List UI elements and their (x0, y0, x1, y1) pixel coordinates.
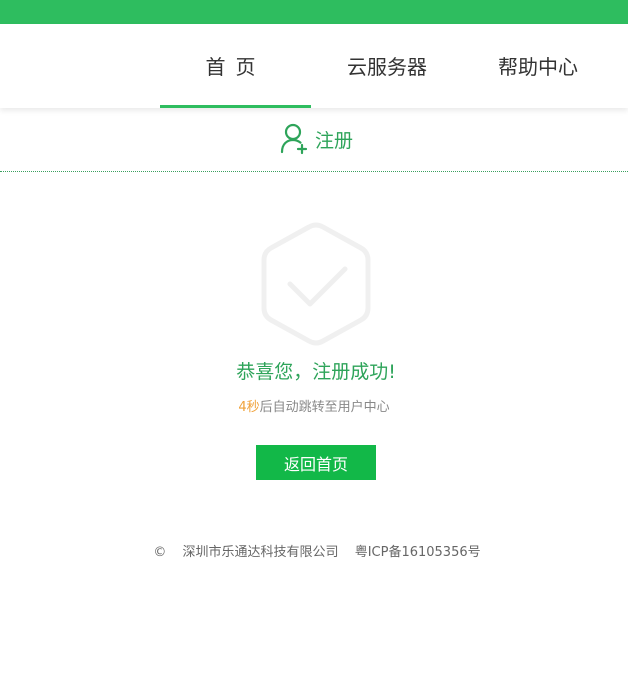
redirect-text: 后自动跳转至用户中心 (259, 400, 390, 415)
main-nav: 首页 云服务器 帮助中心 (0, 24, 628, 108)
countdown-seconds: 4秒 (238, 400, 260, 415)
copyright-symbol: © (153, 545, 167, 560)
icp-number[interactable]: 粤ICP备16105356号 (355, 545, 481, 560)
footer: © 深圳市乐通达科技有限公司 粤ICP备16105356号 (0, 541, 628, 560)
nav-item-help-center[interactable]: 帮助中心 (463, 24, 613, 108)
top-accent-bar (0, 0, 628, 24)
redirect-message: 4秒后自动跳转至用户中心 (0, 396, 628, 415)
nav-item-cloud-server[interactable]: 云服务器 (311, 24, 463, 108)
back-home-button[interactable]: 返回首页 (256, 445, 376, 480)
company-name: 深圳市乐通达科技有限公司 (182, 545, 339, 560)
success-title: 恭喜您，注册成功! (236, 361, 396, 383)
register-heading: 注册 (280, 122, 353, 156)
register-title: 注册 (315, 129, 354, 152)
nav-item-home[interactable]: 首页 (160, 24, 311, 108)
user-add-icon (280, 123, 310, 155)
register-header: 注册 (0, 108, 628, 172)
hexagon-check-icon (260, 222, 372, 346)
